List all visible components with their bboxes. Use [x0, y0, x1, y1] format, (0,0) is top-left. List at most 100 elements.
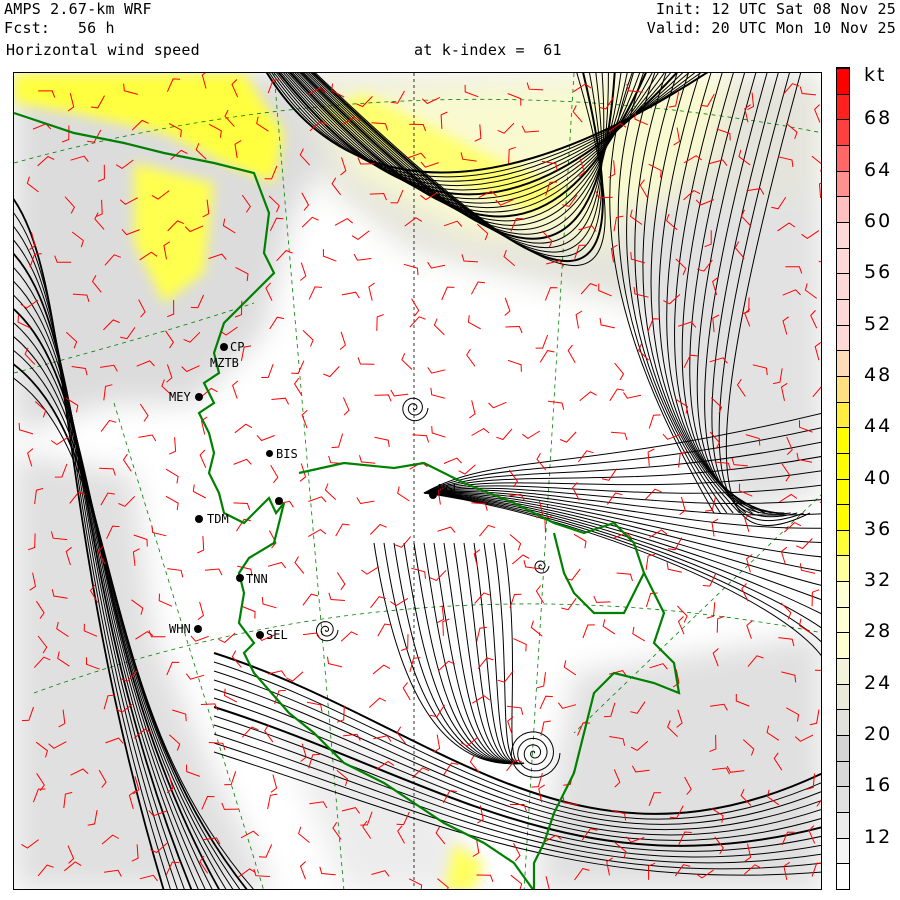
- map-canvas: [14, 73, 821, 889]
- wind-barb: [706, 602, 716, 619]
- wind-barb: [572, 482, 580, 501]
- colorbar-bin: [837, 837, 849, 864]
- wind-barb: [258, 844, 273, 858]
- colorbar-bin: [837, 93, 849, 120]
- wind-barb: [544, 287, 558, 301]
- wind-barb: [523, 559, 540, 570]
- station-marker-unnamed[interactable]: [275, 497, 283, 505]
- wind-barb: [716, 615, 725, 633]
- wind-barb: [662, 433, 681, 440]
- wind-barb: [616, 572, 633, 582]
- wind-barb: [666, 562, 683, 573]
- wind-barb: [599, 317, 615, 329]
- wind-barb: [390, 389, 409, 397]
- wind-barb: [356, 497, 375, 505]
- wind-barb: [269, 316, 285, 330]
- wind-barb: [623, 392, 642, 399]
- colorbar-tick-label: 48: [864, 363, 893, 386]
- station-marker-whn[interactable]: [194, 625, 202, 633]
- wind-barb: [411, 298, 420, 317]
- model-title: AMPS 2.67-km WRF: [4, 0, 152, 18]
- station-marker-tdm[interactable]: [195, 515, 203, 523]
- colorbar-bin: [837, 196, 849, 222]
- wind-barb: [341, 291, 360, 299]
- wind-barb: [567, 344, 576, 363]
- wind-barb: [433, 318, 445, 336]
- streamline: [453, 542, 525, 765]
- colorbar-bin: [837, 298, 849, 325]
- wind-barb: [472, 839, 480, 857]
- wind-barb: [302, 593, 319, 606]
- wind-barb: [645, 488, 662, 500]
- wind-barb: [427, 367, 446, 374]
- wind-barb: [403, 263, 419, 276]
- streamline: [383, 542, 525, 765]
- streamline: [423, 492, 821, 601]
- wind-barb: [780, 546, 788, 566]
- colorbar-tick-label: 56: [864, 261, 893, 284]
- wind-barb: [471, 502, 488, 511]
- station-marker-cp[interactable]: [220, 343, 228, 351]
- station-label-mztb: MZTB: [210, 356, 239, 370]
- level-label: at k-index = 61: [414, 41, 562, 59]
- valid-time: Valid: 20 UTC Mon 10 Nov 25: [646, 19, 896, 37]
- wind-barb: [488, 401, 507, 409]
- wind-barb: [819, 501, 821, 503]
- colorbar-bin: [837, 375, 849, 402]
- colorbar: [836, 67, 850, 890]
- streamline: [534, 560, 550, 574]
- streamline: [493, 542, 525, 765]
- wind-barb: [223, 688, 238, 703]
- wind-barb: [359, 455, 376, 464]
- wind-barb: [433, 734, 441, 753]
- wind-barb: [412, 434, 430, 443]
- wind-barb: [190, 635, 209, 642]
- wind-barb: [372, 664, 391, 675]
- colorbar-bin: [837, 812, 849, 838]
- wind-barb: [496, 428, 513, 441]
- wind-barb: [437, 526, 456, 533]
- wind-barb: [138, 434, 157, 442]
- wind-barb: [513, 842, 521, 862]
- wind-barb: [256, 434, 275, 442]
- colorbar-bin: [837, 144, 849, 171]
- wind-barb: [479, 524, 496, 537]
- wind-barb: [632, 626, 646, 642]
- wind-barb: [509, 593, 522, 608]
- colorbar-bin: [837, 606, 849, 633]
- wind-barb: [334, 217, 354, 226]
- colorbar-tick-label: 40: [864, 466, 893, 489]
- wind-barb: [234, 423, 253, 434]
- station-marker-sel[interactable]: [256, 631, 264, 639]
- wind-barb: [511, 554, 530, 565]
- wind-barb: [167, 568, 184, 578]
- wind-barb: [158, 593, 173, 607]
- wind-barb: [197, 601, 204, 620]
- colorbar-tick-label: 28: [864, 620, 893, 643]
- colorbar-bin: [837, 658, 849, 684]
- colorbar-bin: [837, 786, 849, 813]
- wind-barb: [319, 866, 336, 876]
- wind-barb: [593, 595, 611, 603]
- wind-barb: [267, 793, 278, 810]
- wind-barb: [294, 556, 305, 574]
- colorbar-bin: [837, 427, 849, 453]
- wind-barb: [394, 536, 412, 548]
- station-marker-mey[interactable]: [195, 393, 203, 401]
- station-marker-bis[interactable]: [266, 450, 273, 457]
- colorbar-bin: [837, 504, 849, 530]
- wind-barb: [441, 286, 455, 301]
- wind-barb: [443, 762, 459, 776]
- wind-barb: [431, 426, 446, 438]
- station-marker-ngl[interactable]: [429, 491, 437, 499]
- streamline: [463, 542, 525, 765]
- station-label-ngl: NGL: [438, 482, 460, 496]
- wind-barb: [561, 598, 577, 611]
- wind-barb: [357, 357, 375, 365]
- wind-barb: [327, 656, 343, 668]
- colorbar-bin: [837, 401, 849, 428]
- streamline: [423, 492, 821, 586]
- wind-barb: [368, 282, 375, 301]
- wind-barb: [559, 431, 577, 443]
- station-marker-tnn[interactable]: [236, 574, 244, 582]
